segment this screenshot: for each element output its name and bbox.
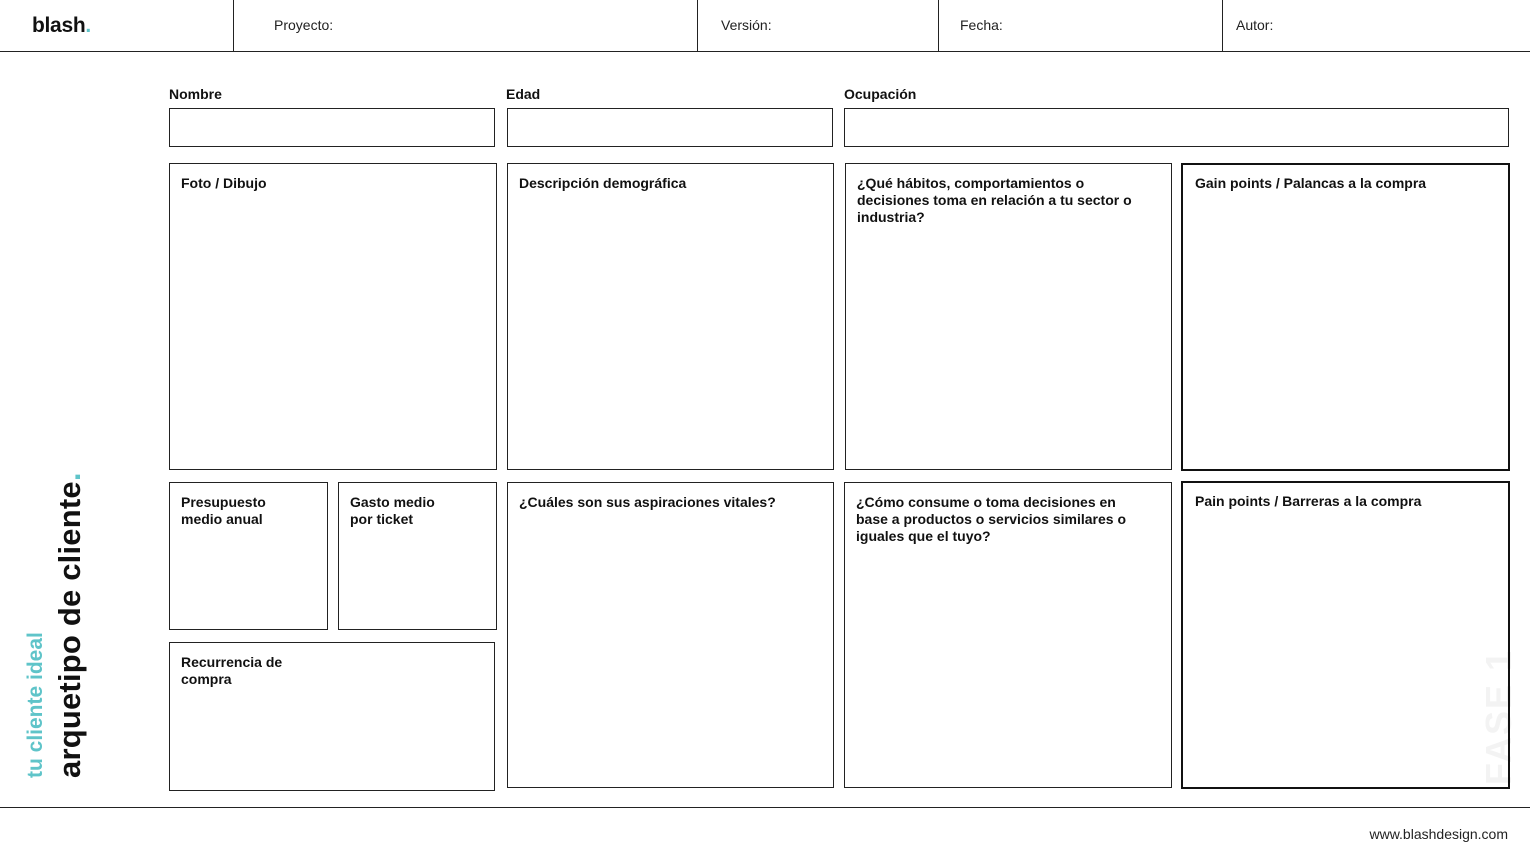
website-link[interactable]: www.blashdesign.com — [1369, 826, 1508, 842]
age-input[interactable] — [507, 108, 833, 147]
version-field[interactable]: Versión: — [697, 0, 939, 51]
consumption-box[interactable]: ¿Cómo consume o toma decisiones en base … — [844, 482, 1172, 788]
photo-box[interactable]: Foto / Dibujo — [169, 163, 497, 470]
habits-box[interactable]: ¿Qué hábitos, comportamientos o decision… — [845, 163, 1172, 470]
consumption-box-label: ¿Cómo consume o toma decisiones en base … — [856, 494, 1126, 544]
demographics-box[interactable]: Descripción demográfica — [507, 163, 834, 470]
date-field[interactable]: Fecha: — [938, 0, 1223, 51]
occupation-input[interactable] — [844, 108, 1509, 147]
author-label: Autor: — [1236, 17, 1274, 33]
name-input[interactable] — [169, 108, 495, 147]
demographics-box-label: Descripción demográfica — [519, 175, 687, 191]
budget-box-label: Presupuesto medio anual — [181, 494, 266, 527]
habits-box-label: ¿Qué hábitos, comportamientos o decision… — [857, 175, 1132, 225]
logo-dot: . — [85, 14, 91, 37]
date-label: Fecha: — [960, 17, 1003, 33]
side-title-text: arquetipo de cliente — [52, 481, 87, 778]
author-field[interactable]: Autor: — [1222, 0, 1530, 51]
name-label: Nombre — [169, 86, 222, 102]
version-label: Versión: — [721, 17, 772, 33]
occupation-label: Ocupación — [844, 86, 917, 102]
aspirations-box[interactable]: ¿Cuáles son sus aspiraciones vitales? — [507, 482, 834, 788]
recurrence-box[interactable]: Recurrencia de compra — [169, 642, 495, 791]
footer-divider — [0, 807, 1530, 808]
gain-points-box[interactable]: Gain points / Palancas a la compra — [1181, 163, 1510, 471]
side-title-dot: . — [52, 472, 87, 482]
side-title: arquetipo de cliente. — [52, 472, 88, 778]
ticket-box[interactable]: Gasto medio por ticket — [338, 482, 497, 630]
pain-points-box[interactable]: Pain points / Barreras a la compra — [1181, 481, 1510, 789]
side-subtitle: tu cliente ideal — [24, 632, 47, 778]
age-label: Edad — [506, 86, 541, 102]
logo-text: blash — [32, 14, 86, 37]
project-field[interactable]: Proyecto: — [233, 0, 698, 51]
aspirations-box-label: ¿Cuáles son sus aspiraciones vitales? — [519, 494, 776, 510]
photo-box-label: Foto / Dibujo — [181, 175, 267, 191]
logo: blash. — [32, 14, 91, 38]
budget-box[interactable]: Presupuesto medio anual — [169, 482, 328, 630]
pain-points-box-label: Pain points / Barreras a la compra — [1195, 493, 1422, 509]
project-label: Proyecto: — [274, 17, 334, 33]
header-bar: blash. Proyecto: Versión: Fecha: Autor: — [0, 0, 1530, 52]
ticket-box-label: Gasto medio por ticket — [350, 494, 435, 527]
recurrence-box-label: Recurrencia de compra — [181, 654, 283, 687]
gain-points-box-label: Gain points / Palancas a la compra — [1195, 175, 1427, 191]
